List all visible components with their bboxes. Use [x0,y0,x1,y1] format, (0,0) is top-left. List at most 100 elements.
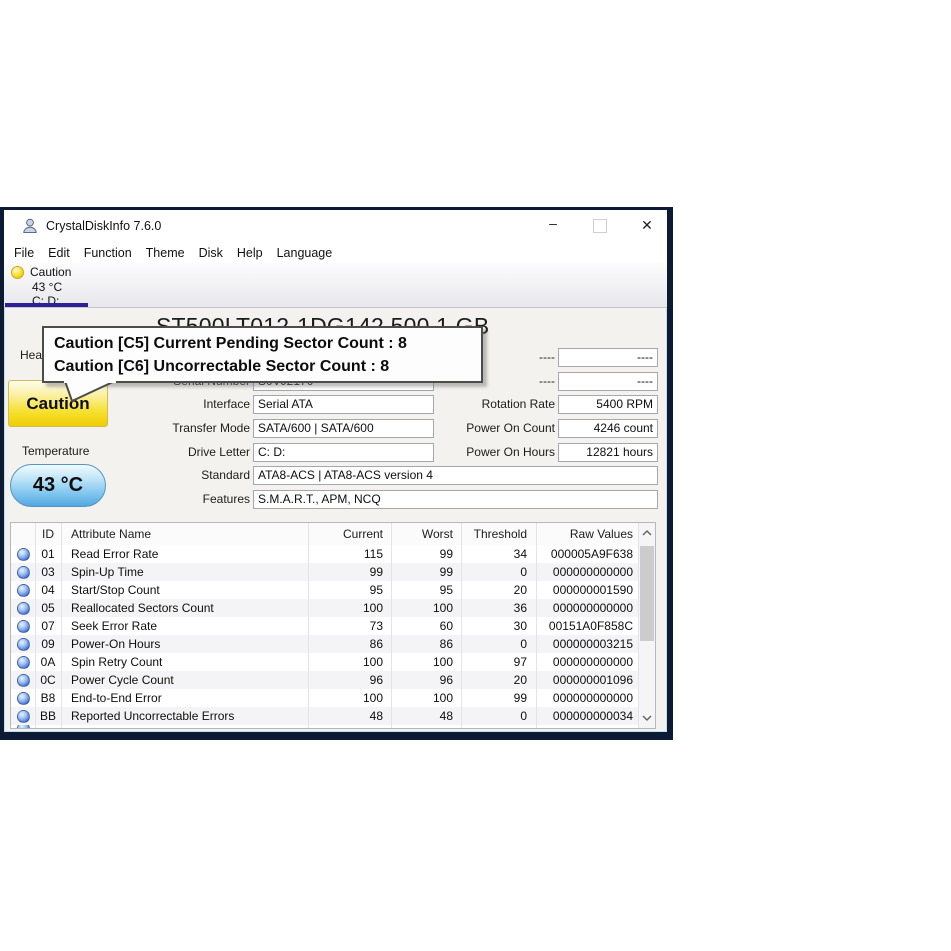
cell-attribute-name: Power-On Hours [61,635,308,653]
rotation-rate-label: Rotation Rate [423,395,555,414]
menu-edit[interactable]: Edit [41,243,77,263]
header-current[interactable]: Current [308,523,391,545]
disk-select-bar: Caution 43 °C C: D: [4,263,667,308]
cell-id: BB [35,707,61,725]
cell-id: 0C [35,671,61,689]
table-row[interactable]: 09 Power-On Hours 86 86 0 000000003215 [11,635,655,653]
scrollbar-thumb[interactable] [640,546,654,641]
good-status-orb-icon [17,725,30,729]
smart-attributes-table: ID Attribute Name Current Worst Threshol… [10,522,656,729]
drive-letter-field: C: D: [253,443,434,462]
cell-raw-values: 000000000000 [536,689,639,707]
cell-raw-values: 000000000000 [536,599,639,617]
drive-temp-label: 43 °C [32,280,62,294]
table-row[interactable]: 0C Power Cycle Count 96 96 20 0000000010… [11,671,655,689]
rotation-rate-field: 5400 RPM [558,395,658,414]
scroll-down-icon[interactable] [639,710,655,726]
menu-function[interactable]: Function [77,243,139,263]
window-title: CrystalDiskInfo 7.6.0 [46,210,161,243]
good-status-orb-icon [17,710,30,723]
cell-raw-values: 000000000000 [536,653,639,671]
column-divider [308,523,309,728]
table-row[interactable]: B8 End-to-End Error 100 100 99 000000000… [11,689,655,707]
tooltip-line-2: Caution [C6] Uncorrectable Sector Count … [54,355,473,378]
close-button[interactable]: ✕ [632,210,662,240]
temperature-button[interactable]: 43 °C [10,464,106,507]
table-row[interactable]: 07 Seek Error Rate 73 60 30 00151A0F858C [11,617,655,635]
column-divider [461,523,462,728]
power-on-count-label: Power On Count [423,419,555,438]
cell-threshold: 0 [461,635,536,653]
table-row[interactable]: 01 Read Error Rate 115 99 34 000005A9F63… [11,545,655,563]
menu-file[interactable]: File [7,243,41,263]
table-row[interactable]: BB Reported Uncorrectable Errors 48 48 0… [11,707,655,725]
cell-current: 115 [308,545,391,563]
cell-current: 73 [308,617,391,635]
table-row[interactable]: 03 Spin-Up Time 99 99 0 000000000000 [11,563,655,581]
cell-worst: 95 [391,581,461,599]
app-icon [21,217,39,235]
header-id[interactable]: ID [35,523,61,545]
header-attribute-name[interactable]: Attribute Name [61,523,308,545]
cell-attribute-name: Seek Error Rate [61,617,308,635]
header-raw-values[interactable]: Raw Values [536,523,639,545]
header-worst[interactable]: Worst [391,523,461,545]
selected-drive-underline [5,303,88,307]
cell-raw-values: 000000000034 [536,707,639,725]
cell-current: 95 [308,581,391,599]
features-label: Features [118,490,250,509]
good-status-orb-icon [17,566,30,579]
cell-worst: 100 [391,653,461,671]
power-on-count-field: 4246 count [558,419,658,438]
interface-label: Interface [118,395,250,414]
maximize-button[interactable] [593,219,607,233]
table-row[interactable]: 05 Reallocated Sectors Count 100 100 36 … [11,599,655,617]
menu-language[interactable]: Language [270,243,340,263]
cell-id: 05 [35,599,61,617]
power-on-hours-label: Power On Hours [423,443,555,462]
cell-attribute-name: Read Error Rate [61,545,308,563]
cell-threshold: 97 [461,653,536,671]
menu-disk[interactable]: Disk [192,243,230,263]
table-scrollbar[interactable] [638,523,655,728]
cell-id: B8 [35,689,61,707]
table-row-partial [11,725,655,729]
drive-selector[interactable]: Caution 43 °C C: D: [4,263,114,308]
good-status-orb-icon [17,692,30,705]
standard-label: Standard [118,466,250,485]
buffer-size-field: ---- [558,348,658,367]
header-threshold[interactable]: Threshold [461,523,536,545]
good-status-orb-icon [17,584,30,597]
cell-worst: 48 [391,707,461,725]
cell-attribute-name: Reallocated Sectors Count [61,599,308,617]
menu-theme[interactable]: Theme [139,243,192,263]
cell-current: 100 [308,653,391,671]
table-row[interactable]: 0A Spin Retry Count 100 100 97 000000000… [11,653,655,671]
cell-current: 100 [308,599,391,617]
cell-attribute-name: Start/Stop Count [61,581,308,599]
cell-threshold: 34 [461,545,536,563]
cell-id: 07 [35,617,61,635]
cell-current: 86 [308,635,391,653]
drive-letter-label: Drive Letter [118,443,250,462]
cell-current: 99 [308,563,391,581]
cell-worst: 100 [391,599,461,617]
cell-worst: 100 [391,689,461,707]
title-bar: CrystalDiskInfo 7.6.0 – ✕ [4,210,667,243]
cell-raw-values: 000000000000 [536,563,639,581]
cell-current: 96 [308,671,391,689]
cell-threshold: 0 [461,707,536,725]
transfer-mode-label: Transfer Mode [118,419,250,438]
menu-help[interactable]: Help [230,243,270,263]
power-on-hours-field: 12821 hours [558,443,658,462]
table-row[interactable]: 04 Start/Stop Count 95 95 20 00000000159… [11,581,655,599]
good-status-orb-icon [17,602,30,615]
cell-attribute-name: Spin-Up Time [61,563,308,581]
cell-worst: 86 [391,635,461,653]
tooltip-line-1: Caution [C5] Current Pending Sector Coun… [54,332,473,355]
scroll-up-icon[interactable] [639,525,655,541]
cell-threshold: 36 [461,599,536,617]
column-divider [536,523,537,728]
cell-id: 09 [35,635,61,653]
minimize-button[interactable]: – [538,210,568,240]
